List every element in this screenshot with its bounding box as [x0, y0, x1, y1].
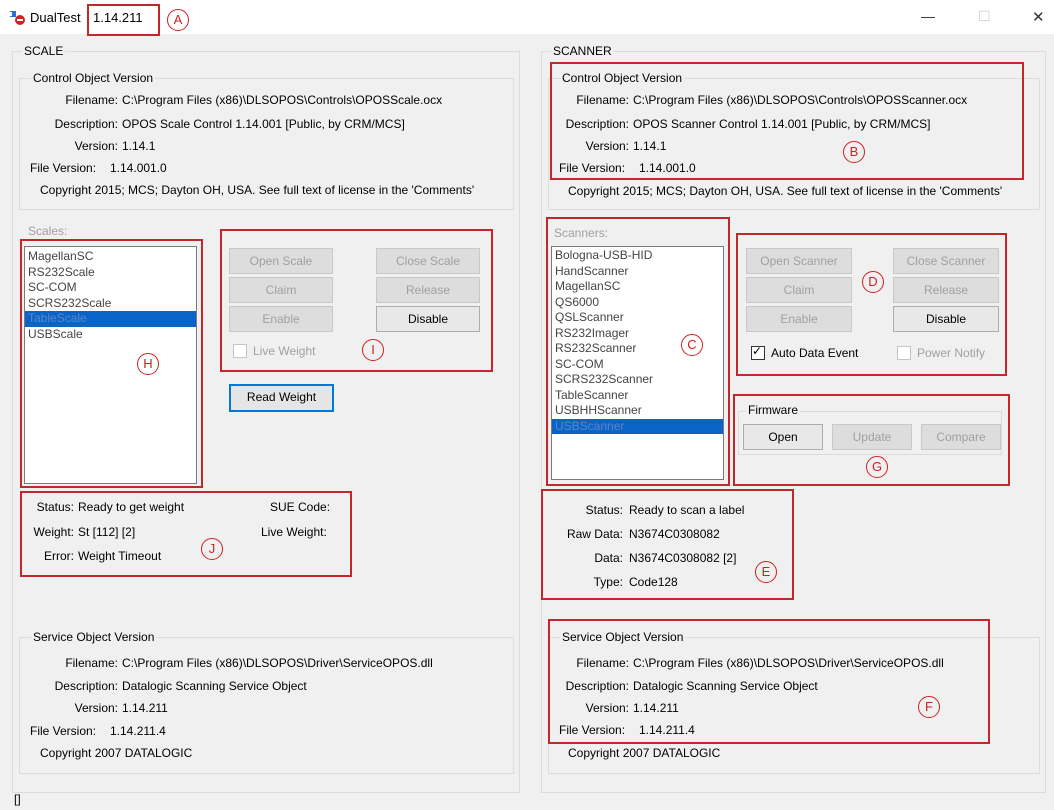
window-title: DualTest — [30, 10, 81, 25]
open-scanner-button[interactable]: Open Scanner — [746, 248, 852, 274]
checkbox-box[interactable] — [233, 344, 247, 358]
highlight-box-c — [546, 217, 730, 486]
scale-error-value: Weight Timeout — [78, 549, 162, 563]
callout-e: E — [755, 561, 777, 583]
scale-control-object-title: Control Object Version — [31, 71, 156, 85]
callout-f: F — [918, 696, 940, 718]
scale-so-version-label: Version: — [74, 701, 118, 715]
scale-so-description-label: Description: — [54, 679, 118, 693]
callout-i: I — [362, 339, 384, 361]
highlight-box-h — [20, 239, 203, 488]
callout-a: A — [167, 9, 189, 31]
callout-d: D — [862, 271, 884, 293]
scale-release-button[interactable]: Release — [376, 277, 480, 303]
scale-co-filename-label: Filename: — [65, 93, 118, 107]
callout-c: C — [681, 334, 703, 356]
scale-co-version: 1.14.1 — [122, 139, 156, 153]
live-weight-checkbox[interactable]: Live Weight — [233, 344, 315, 358]
auto-data-event-checkbox[interactable]: ✓ Auto Data Event — [751, 344, 859, 360]
highlight-box-a — [87, 4, 160, 36]
checkbox-box[interactable]: ✓ — [751, 344, 765, 360]
scale-service-object-title: Service Object Version — [31, 630, 157, 644]
callout-b: B — [843, 141, 865, 163]
scale-co-version-label: Version: — [74, 139, 118, 153]
scale-so-file-version-label: File Version: — [30, 724, 97, 738]
scale-so-file-version: 1.14.211.4 — [110, 724, 166, 738]
scanner-claim-button[interactable]: Claim — [746, 277, 852, 303]
highlight-box-b — [550, 62, 1024, 180]
highlight-box-f — [548, 619, 990, 744]
scanner-so-copyright: Copyright 2007 DATALOGIC — [568, 746, 721, 760]
scales-list-label: Scales: — [28, 224, 68, 238]
close-scale-button[interactable]: Close Scale — [376, 248, 480, 274]
scale-so-copyright: Copyright 2007 DATALOGIC — [40, 746, 193, 760]
scale-co-file-version-label: File Version: — [30, 161, 97, 175]
callout-j: J — [201, 538, 223, 560]
scanner-type-label: Type: — [593, 575, 623, 589]
scale-so-filename: C:\Program Files (x86)\DLSOPOS\Driver\Se… — [122, 656, 433, 670]
minimize-button[interactable]: — — [921, 8, 935, 24]
check-icon: ✓ — [752, 344, 763, 358]
app-icon — [10, 11, 26, 25]
callout-g: G — [866, 456, 888, 478]
status-bar-text: [] — [14, 792, 21, 806]
scale-co-copyright: Copyright 2015; MCS; Dayton OH, USA. See… — [40, 183, 475, 197]
scale-live-weight-label: Live Weight: — [261, 525, 327, 539]
scale-error-label: Error: — [44, 549, 74, 563]
scanner-raw-data-label: Raw Data: — [566, 527, 623, 541]
scanner-status-value: Ready to scan a label — [629, 503, 745, 517]
scale-so-description: Datalogic Scanning Service Object — [122, 679, 307, 693]
scale-co-file-version: 1.14.001.0 — [110, 161, 167, 175]
read-weight-button[interactable]: Read Weight — [229, 384, 334, 412]
scanner-type-value: Code128 — [629, 575, 678, 589]
auto-data-event-label: Auto Data Event — [771, 346, 859, 360]
open-scale-button[interactable]: Open Scale — [229, 248, 333, 274]
power-notify-checkbox[interactable]: Power Notify — [897, 346, 985, 360]
scale-status-value: Ready to get weight — [78, 500, 185, 514]
scale-enable-button[interactable]: Enable — [229, 306, 333, 332]
scanner-section-title: SCANNER — [551, 44, 614, 58]
maximize-button[interactable]: ☐ — [978, 8, 991, 25]
scale-so-version: 1.14.211 — [122, 701, 168, 715]
close-button[interactable]: ✕ — [1032, 8, 1045, 26]
scanner-raw-data-value: N3674C0308082 — [629, 527, 720, 541]
checkbox-box[interactable] — [897, 346, 911, 360]
scanner-disable-button[interactable]: Disable — [893, 306, 999, 332]
live-weight-checkbox-label: Live Weight — [253, 344, 316, 358]
scanner-release-button[interactable]: Release — [893, 277, 999, 303]
scale-status-label: Status: — [36, 500, 74, 514]
scale-disable-button[interactable]: Disable — [376, 306, 480, 332]
scale-section-title: SCALE — [22, 44, 66, 58]
scale-co-filename: C:\Program Files (x86)\DLSOPOS\Controls\… — [122, 93, 443, 107]
callout-h: H — [137, 353, 159, 375]
close-scanner-button[interactable]: Close Scanner — [893, 248, 999, 274]
scanner-data-value: N3674C0308082 [2] — [629, 551, 737, 565]
scale-so-filename-label: Filename: — [65, 656, 118, 670]
scanner-status-label: Status: — [585, 503, 623, 517]
scale-weight-label: Weight: — [33, 525, 74, 539]
scanner-data-label: Data: — [594, 551, 623, 565]
power-notify-label: Power Notify — [917, 346, 986, 360]
scanner-co-copyright: Copyright 2015; MCS; Dayton OH, USA. See… — [568, 184, 1003, 198]
scale-weight-value: St [112] [2] — [78, 525, 136, 539]
scale-sue-code-label: SUE Code: — [270, 500, 331, 514]
scanner-enable-button[interactable]: Enable — [746, 306, 852, 332]
scale-co-description: OPOS Scale Control 1.14.001 [Public, by … — [122, 117, 405, 131]
scale-co-description-label: Description: — [54, 117, 118, 131]
scale-claim-button[interactable]: Claim — [229, 277, 333, 303]
